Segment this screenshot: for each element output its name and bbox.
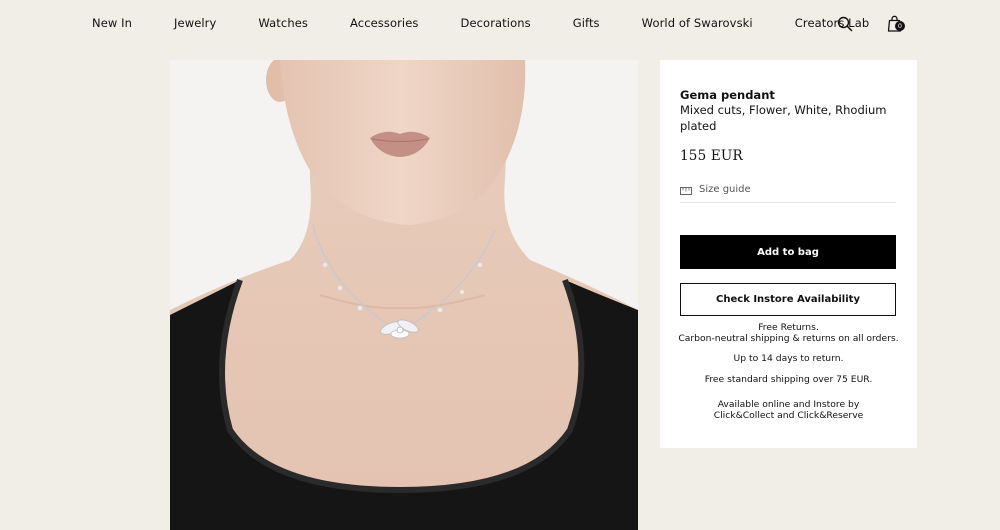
- nav-item-accessories[interactable]: Accessories: [350, 16, 419, 30]
- model-photo: [170, 60, 638, 530]
- bag-count-badge: 0: [895, 21, 905, 31]
- availability-line-1: Available online and Instore by: [717, 399, 860, 410]
- ruler-icon: [680, 187, 692, 195]
- size-guide-link[interactable]: Size guide: [680, 184, 896, 203]
- return-window-text: Up to 14 days to return.: [733, 353, 844, 364]
- product-image: [170, 60, 638, 530]
- shipping-text: Free standard shipping over 75 EUR.: [704, 374, 873, 385]
- nav-item-gifts[interactable]: Gifts: [573, 16, 600, 30]
- returns-detail: Carbon-neutral shipping & returns on all…: [678, 333, 899, 344]
- nav-item-new-in[interactable]: New In: [92, 16, 132, 30]
- shopping-bag-button[interactable]: 0: [886, 14, 906, 34]
- check-instore-availability-button[interactable]: Check Instore Availability: [680, 283, 896, 316]
- add-to-bag-button[interactable]: Add to bag: [680, 235, 896, 269]
- availability-line-2: Click&Collect and Click&Reserve: [713, 410, 864, 421]
- product-title: Gema pendant: [680, 88, 775, 102]
- returns-title: Free Returns.: [758, 322, 819, 333]
- nav-item-jewelry[interactable]: Jewelry: [174, 16, 216, 30]
- availability-info: Available online and Instore by Click&Co…: [660, 399, 917, 421]
- product-description: Mixed cuts, Flower, White, Rhodium plate…: [680, 103, 887, 133]
- search-icon[interactable]: [836, 15, 854, 33]
- nav-item-decorations[interactable]: Decorations: [461, 16, 531, 30]
- returns-info: Free Returns. Carbon-neutral shipping & …: [660, 322, 917, 344]
- shipping-info: Free standard shipping over 75 EUR.: [660, 374, 917, 385]
- product-details-panel: Gema pendant Mixed cuts, Flower, White, …: [660, 60, 917, 448]
- nav-item-watches[interactable]: Watches: [258, 16, 308, 30]
- main-menu: New In Jewelry Watches Accessories Decor…: [92, 16, 869, 30]
- nav-item-creators-lab[interactable]: Creators Lab: [795, 16, 870, 30]
- top-navigation: New In Jewelry Watches Accessories Decor…: [0, 0, 1000, 48]
- return-window-info: Up to 14 days to return.: [660, 353, 917, 364]
- nav-item-world-of-swarovski[interactable]: World of Swarovski: [642, 16, 753, 30]
- size-guide-label: Size guide: [699, 184, 751, 195]
- product-price: 155 EUR: [680, 148, 743, 164]
